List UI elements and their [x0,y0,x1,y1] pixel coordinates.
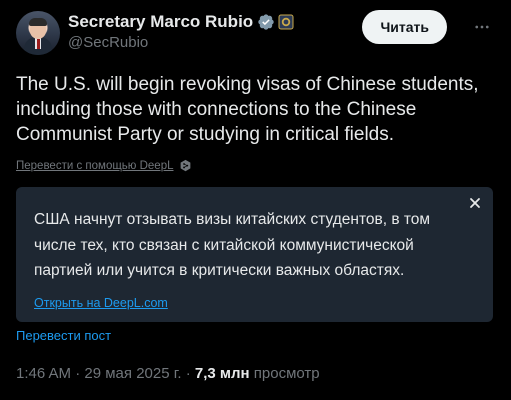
tweet-meta: 1:46 AM · 29 мая 2025 г. · 7,3 млн просм… [16,365,320,382]
avatar[interactable] [16,11,60,55]
more-options-button[interactable] [471,16,493,38]
close-icon[interactable] [469,197,481,209]
translated-by[interactable]: Перевести с помощью DeepL [16,159,192,172]
more-options-icon [475,25,489,29]
meta-separator: · [75,365,81,382]
name-row: Secretary Marco Rubio [68,12,294,32]
translation-card: США начнут отзывать визы китайских студе… [16,187,493,322]
handle[interactable]: @SecRubio [68,34,148,51]
tweet-text: The U.S. will begin revoking visas of Ch… [16,74,479,145]
deepl-icon [180,159,190,172]
follow-button[interactable]: Читать [362,10,447,44]
tweet-date[interactable]: 29 мая 2025 г. [84,365,181,382]
translation-text: США начнут отзывать визы китайских студе… [34,211,431,279]
translated-by-label[interactable]: Перевести с помощью DeepL [16,160,174,172]
open-deepl-link[interactable]: Открыть на DeepL.com [34,296,168,310]
avatar-tie [37,39,40,49]
views-label: просмотр [253,365,320,382]
display-name[interactable]: Secretary Marco Rubio [68,12,253,32]
translate-post-link[interactable]: Перевести пост [16,328,111,343]
tweet-time[interactable]: 1:46 AM [16,365,71,382]
views-count[interactable]: 7,3 млн [195,365,250,382]
avatar-hair [29,18,47,26]
tweet-header: Secretary Marco Rubio @SecRubio Читать [16,8,495,56]
meta-separator: · [185,365,191,382]
verified-badge-icon[interactable] [257,13,275,31]
state-department-seal-icon [278,14,294,30]
